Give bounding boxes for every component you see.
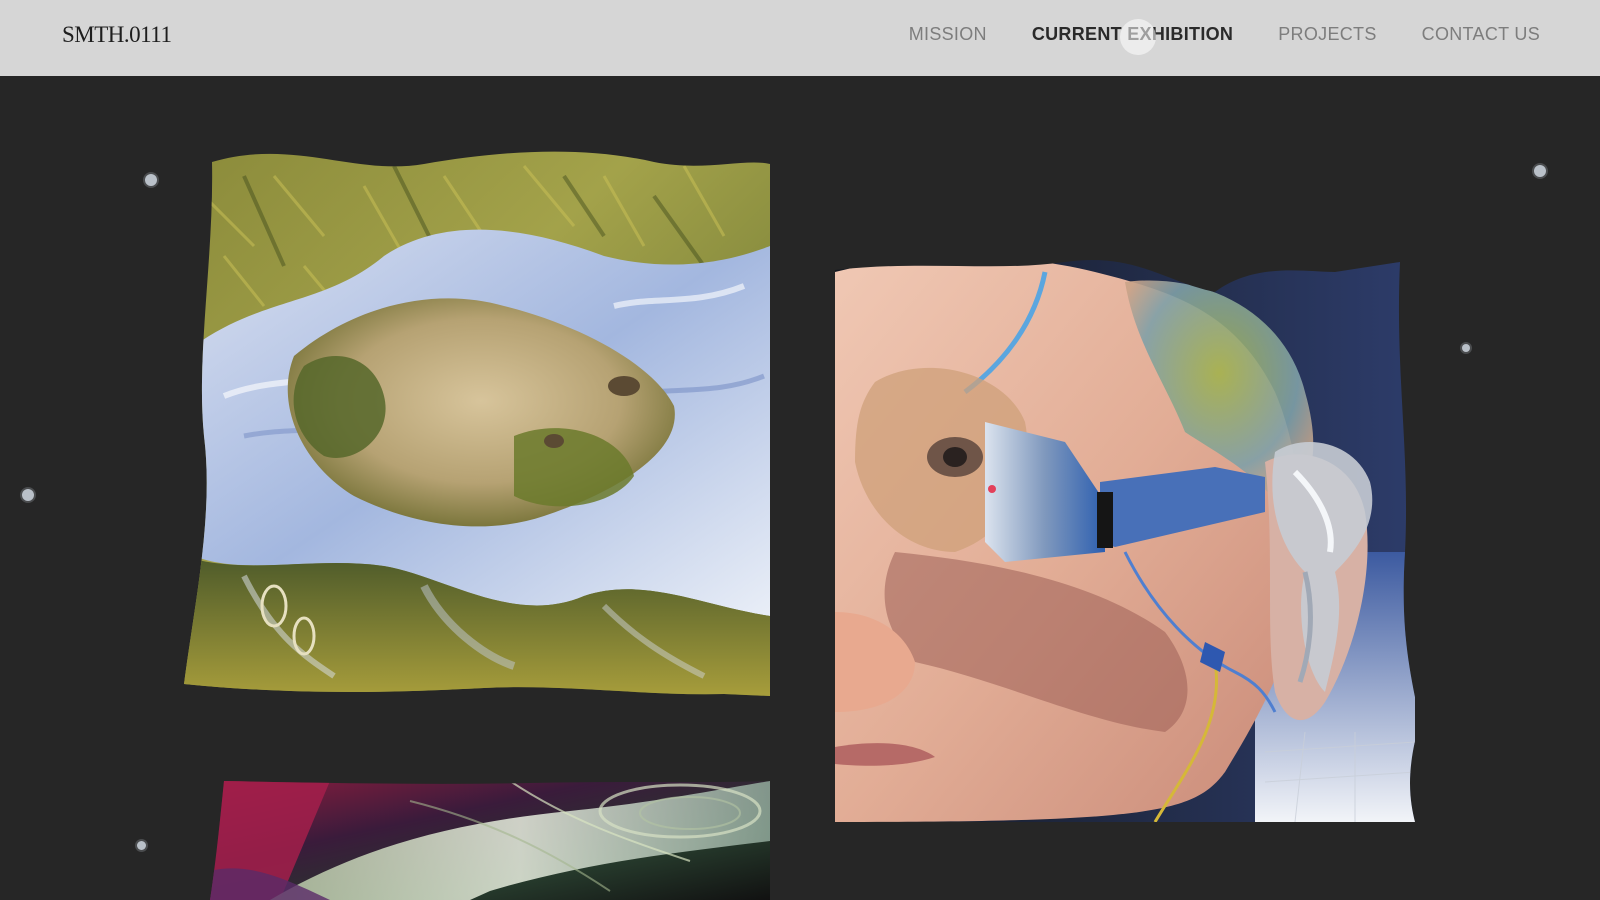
grass-water-image: [184, 151, 770, 696]
abstract-texture-image: [210, 781, 770, 900]
page: SMTH.0111 MISSION CURRENT EXHIBITION PRO…: [0, 0, 1600, 900]
face-goggles-image: [835, 259, 1415, 822]
top-navbar: SMTH.0111 MISSION CURRENT EXHIBITION PRO…: [0, 0, 1600, 76]
nav-current-exhibition[interactable]: CURRENT EXHIBITION: [1032, 24, 1233, 45]
floating-dot: [1462, 344, 1470, 352]
floating-dot: [22, 489, 34, 501]
abstract-texture-artwork[interactable]: [210, 781, 770, 900]
main-nav: MISSION CURRENT EXHIBITION PROJECTS CONT…: [909, 24, 1540, 45]
floating-dot: [137, 841, 146, 850]
nav-contact-us[interactable]: CONTACT US: [1422, 24, 1540, 45]
grass-water-artwork[interactable]: [184, 136, 770, 696]
floating-dot: [1534, 165, 1546, 177]
nav-mission[interactable]: MISSION: [909, 24, 987, 45]
floating-dot: [145, 174, 157, 186]
site-logo[interactable]: SMTH.0111: [62, 22, 172, 48]
face-goggles-artwork[interactable]: [835, 252, 1415, 822]
nav-projects[interactable]: PROJECTS: [1278, 24, 1376, 45]
